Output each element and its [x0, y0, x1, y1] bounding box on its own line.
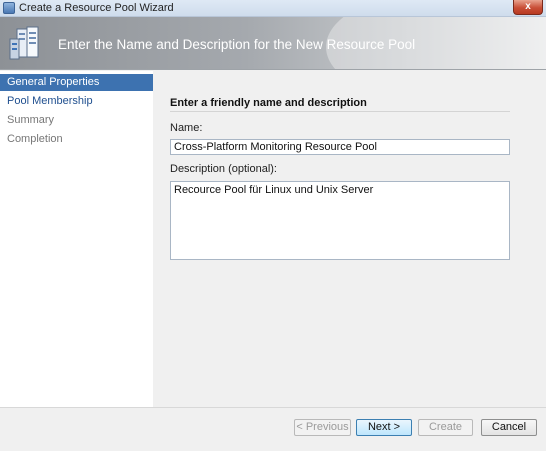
- description-field[interactable]: Recource Pool für Linux und Unix Server: [170, 181, 510, 260]
- next-button[interactable]: Next >: [356, 419, 412, 436]
- description-label: Description (optional):: [170, 163, 277, 175]
- server-rack-icon: [9, 26, 39, 60]
- previous-button[interactable]: < Previous: [294, 419, 351, 436]
- wizard-steps-nav: General Properties Pool Membership Summa…: [0, 71, 153, 407]
- section-divider: [170, 111, 510, 112]
- nav-item-completion: Completion: [7, 133, 63, 145]
- banner-heading: Enter the Name and Description for the N…: [58, 37, 416, 52]
- name-field[interactable]: [170, 139, 510, 155]
- wizard-footer: < Previous Next > Create Cancel: [0, 407, 546, 451]
- nav-item-summary: Summary: [7, 114, 55, 126]
- wizard-banner: Enter the Name and Description for the N…: [0, 17, 546, 70]
- nav-item-pool-membership[interactable]: Pool Membership: [0, 93, 153, 110]
- title-bar: Create a Resource Pool Wizard x: [0, 0, 546, 17]
- section-heading: Enter a friendly name and description: [170, 97, 367, 109]
- close-icon: x: [525, 1, 531, 12]
- nav-item-general-properties[interactable]: General Properties: [0, 74, 153, 91]
- close-button[interactable]: x: [513, 0, 543, 15]
- create-button[interactable]: Create: [418, 419, 473, 436]
- window-title: Create a Resource Pool Wizard: [19, 2, 174, 14]
- cancel-button[interactable]: Cancel: [481, 419, 537, 436]
- name-label: Name:: [170, 122, 203, 134]
- wizard-app-icon: [3, 2, 15, 14]
- general-properties-page: Enter a friendly name and description Na…: [153, 71, 546, 407]
